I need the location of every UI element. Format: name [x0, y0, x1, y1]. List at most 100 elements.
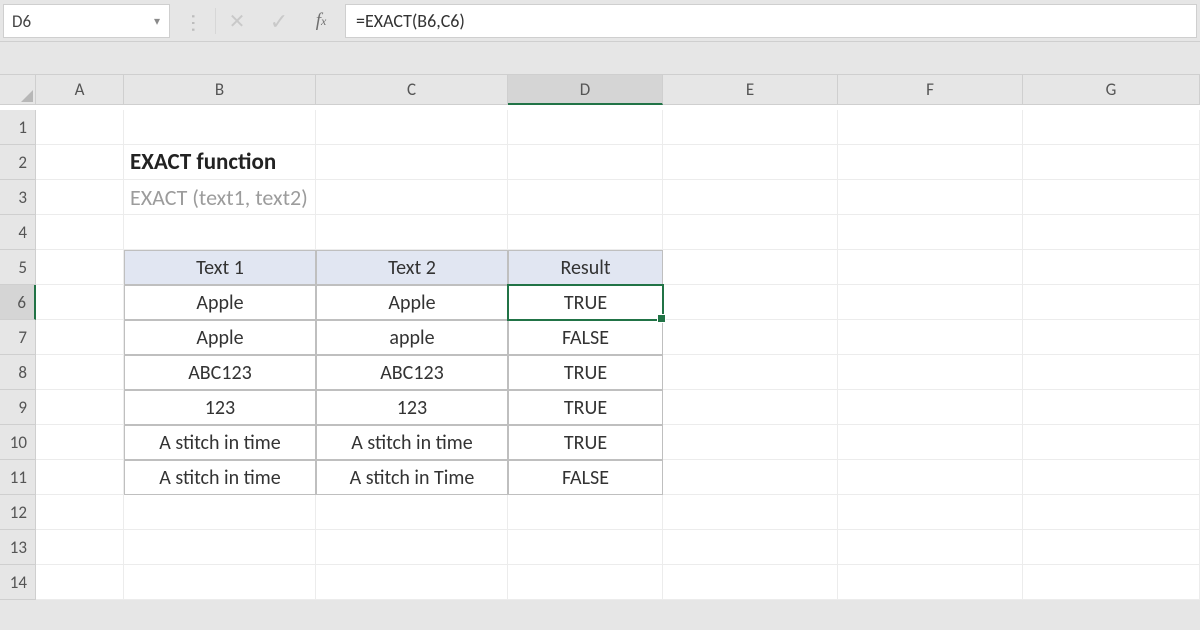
cell-B4[interactable] — [124, 215, 316, 250]
cell-B11[interactable]: A stitch in time — [124, 460, 316, 495]
cell-G2[interactable] — [1023, 145, 1200, 180]
formula-input[interactable]: =EXACT(B6,C6) — [345, 4, 1197, 38]
row-head-12[interactable]: 12 — [0, 495, 36, 530]
cell-E6[interactable] — [663, 285, 838, 320]
row-head-8[interactable]: 8 — [0, 355, 36, 390]
cell-B14[interactable] — [124, 565, 316, 600]
row-head-6[interactable]: 6 — [0, 285, 36, 320]
cell-C8[interactable]: ABC123 — [316, 355, 508, 390]
cell-C9[interactable]: 123 — [316, 390, 508, 425]
col-head-E[interactable]: E — [663, 75, 838, 105]
cell-E8[interactable] — [663, 355, 838, 390]
cell-B10[interactable]: A stitch in time — [124, 425, 316, 460]
cell-G13[interactable] — [1023, 530, 1200, 565]
cell-D9[interactable]: TRUE — [508, 390, 663, 425]
cell-A3[interactable] — [36, 180, 124, 215]
cell-B12[interactable] — [124, 495, 316, 530]
cell-A6[interactable] — [36, 285, 124, 320]
cell-E14[interactable] — [663, 565, 838, 600]
cell-B8[interactable]: ABC123 — [124, 355, 316, 390]
row-head-1[interactable]: 1 — [0, 110, 36, 145]
cell-F1[interactable] — [838, 110, 1023, 145]
cell-D7[interactable]: FALSE — [508, 320, 663, 355]
cell-B7[interactable]: Apple — [124, 320, 316, 355]
cell-A13[interactable] — [36, 530, 124, 565]
cell-C5[interactable]: Text 2 — [316, 250, 508, 285]
cell-E9[interactable] — [663, 390, 838, 425]
col-head-A[interactable]: A — [36, 75, 124, 105]
cell-F5[interactable] — [838, 250, 1023, 285]
cell-A12[interactable] — [36, 495, 124, 530]
cell-F14[interactable] — [838, 565, 1023, 600]
cell-C1[interactable] — [316, 110, 508, 145]
cell-E1[interactable] — [663, 110, 838, 145]
row-head-14[interactable]: 14 — [0, 565, 36, 600]
cell-G3[interactable] — [1023, 180, 1200, 215]
cell-F13[interactable] — [838, 530, 1023, 565]
cancel-icon[interactable]: ✕ — [216, 0, 258, 42]
cell-A11[interactable] — [36, 460, 124, 495]
row-head-13[interactable]: 13 — [0, 530, 36, 565]
row-head-2[interactable]: 2 — [0, 145, 36, 180]
cell-C11[interactable]: A stitch in Time — [316, 460, 508, 495]
enter-icon[interactable]: ✓ — [258, 0, 300, 42]
col-head-C[interactable]: C — [316, 75, 508, 105]
row-head-4[interactable]: 4 — [0, 215, 36, 250]
spreadsheet-grid[interactable]: A B C D E F G 1 2 EXACT function 3 EXACT… — [0, 75, 1200, 600]
cell-A8[interactable] — [36, 355, 124, 390]
cell-E4[interactable] — [663, 215, 838, 250]
cell-D13[interactable] — [508, 530, 663, 565]
cell-B2[interactable]: EXACT function — [124, 145, 316, 180]
row-head-11[interactable]: 11 — [0, 460, 36, 495]
name-box[interactable]: D6 ▾ — [3, 4, 170, 38]
cell-A9[interactable] — [36, 390, 124, 425]
cell-G12[interactable] — [1023, 495, 1200, 530]
col-head-B[interactable]: B — [124, 75, 316, 105]
cell-G5[interactable] — [1023, 250, 1200, 285]
select-all-corner[interactable] — [0, 75, 36, 105]
cell-D5[interactable]: Result — [508, 250, 663, 285]
cell-E5[interactable] — [663, 250, 838, 285]
cell-G6[interactable] — [1023, 285, 1200, 320]
cell-A10[interactable] — [36, 425, 124, 460]
row-head-3[interactable]: 3 — [0, 180, 36, 215]
col-head-F[interactable]: F — [838, 75, 1023, 105]
cell-C6[interactable]: Apple — [316, 285, 508, 320]
cell-G14[interactable] — [1023, 565, 1200, 600]
cell-F7[interactable] — [838, 320, 1023, 355]
cell-B1[interactable] — [124, 110, 316, 145]
cell-B5[interactable]: Text 1 — [124, 250, 316, 285]
cell-A7[interactable] — [36, 320, 124, 355]
col-head-G[interactable]: G — [1023, 75, 1200, 105]
cell-D14[interactable] — [508, 565, 663, 600]
cell-B13[interactable] — [124, 530, 316, 565]
insert-function-icon[interactable]: fx — [300, 0, 342, 42]
cell-E7[interactable] — [663, 320, 838, 355]
cell-C14[interactable] — [316, 565, 508, 600]
cell-A1[interactable] — [36, 110, 124, 145]
cell-D11[interactable]: FALSE — [508, 460, 663, 495]
cell-E12[interactable] — [663, 495, 838, 530]
cell-F6[interactable] — [838, 285, 1023, 320]
cell-A2[interactable] — [36, 145, 124, 180]
cell-D10[interactable]: TRUE — [508, 425, 663, 460]
cell-F12[interactable] — [838, 495, 1023, 530]
cell-D8[interactable]: TRUE — [508, 355, 663, 390]
row-head-9[interactable]: 9 — [0, 390, 36, 425]
cell-C7[interactable]: apple — [316, 320, 508, 355]
cell-C12[interactable] — [316, 495, 508, 530]
cell-G1[interactable] — [1023, 110, 1200, 145]
cell-E2[interactable] — [663, 145, 838, 180]
cell-D4[interactable] — [508, 215, 663, 250]
cell-F4[interactable] — [838, 215, 1023, 250]
cell-F10[interactable] — [838, 425, 1023, 460]
cell-C13[interactable] — [316, 530, 508, 565]
formula-options-icon[interactable]: ⋯ — [173, 0, 215, 42]
cell-E3[interactable] — [663, 180, 838, 215]
cell-G4[interactable] — [1023, 215, 1200, 250]
cell-C4[interactable] — [316, 215, 508, 250]
row-head-7[interactable]: 7 — [0, 320, 36, 355]
cell-G8[interactable] — [1023, 355, 1200, 390]
cell-E13[interactable] — [663, 530, 838, 565]
cell-C10[interactable]: A stitch in time — [316, 425, 508, 460]
